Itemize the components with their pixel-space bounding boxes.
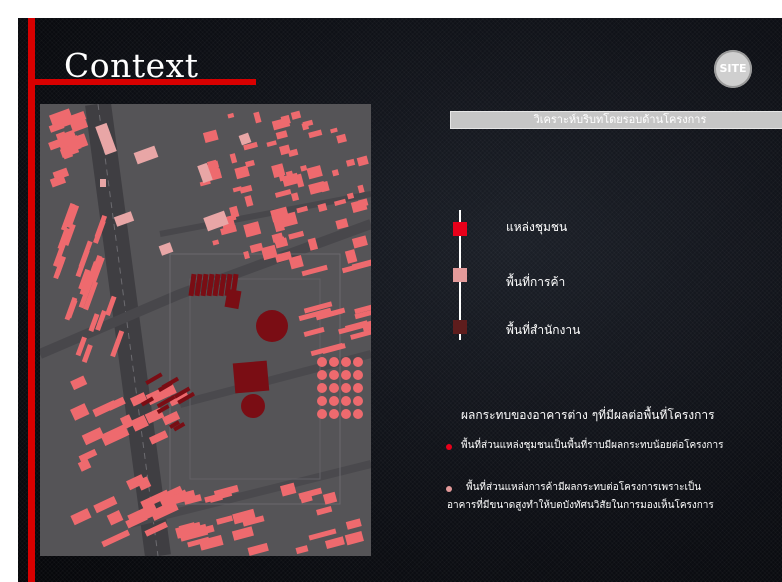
- legend-swatch-office: [453, 320, 467, 334]
- legend-label-commercial: พื้นที่การค้า: [506, 275, 566, 289]
- slide: Context SITE วิเคราะห์บริบทโดยรอบด้านโคร…: [18, 18, 782, 582]
- legend-label-office: พื้นที่สำนักงาน: [506, 323, 581, 337]
- site-map-image: [40, 104, 371, 556]
- section-heading: วิเคราะห์บริบทโดยรอบด้านโครงการ: [450, 111, 782, 129]
- legend-swatch-commercial: [453, 268, 467, 282]
- site-map: [40, 104, 371, 556]
- impact-bullet-community: [446, 444, 452, 450]
- accent-bar-vertical: [28, 18, 35, 582]
- site-badge: SITE: [714, 50, 752, 88]
- impact-bullet-commercial: [446, 486, 452, 492]
- impact-title: ผลกระทบของอาคารต่าง ๆที่มีผลต่อพื้นที่โค…: [461, 408, 715, 422]
- impact-text-commercial-1: พื้นที่ส่วนแหล่งการค้ามีผลกระทบต่อโครงกา…: [466, 482, 702, 493]
- slide-title: Context: [64, 46, 199, 85]
- legend-label-community: แหล่งชุมชน: [506, 220, 568, 234]
- impact-text-community: พื้นที่ส่วนแหล่งชุมชนเป็นพื้นที่ราบมีผลก…: [461, 440, 724, 451]
- impact-text-commercial-2: อาคารที่มีขนาดสูงทำให้บดบังทัศนวิสัยในกา…: [447, 500, 714, 511]
- legend-swatch-community: [453, 222, 467, 236]
